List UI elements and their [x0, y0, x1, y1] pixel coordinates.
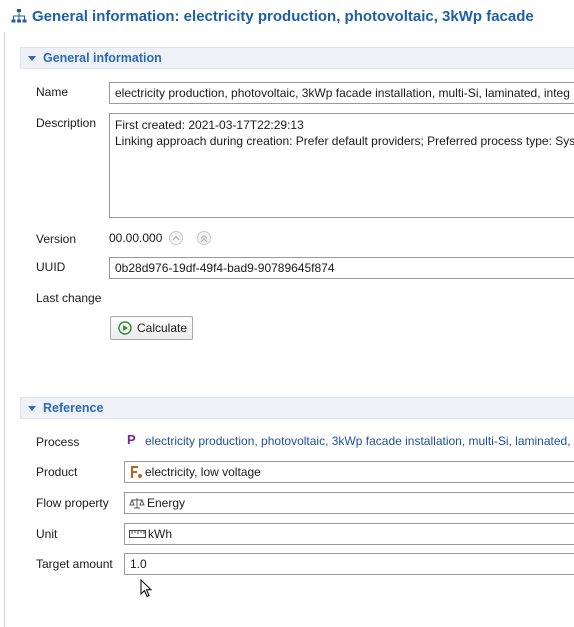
- target-amount-label: Target amount: [36, 557, 113, 571]
- flow-property-field[interactable]: Energy: [124, 492, 574, 514]
- section-title: General information: [43, 51, 162, 65]
- version-value: 00.00.000: [109, 231, 163, 245]
- description-field[interactable]: First created: 2021-03-17T22:29:13 Linki…: [109, 113, 574, 218]
- name-label: Name: [36, 85, 69, 99]
- description-label: Description: [36, 116, 97, 130]
- section-general-information[interactable]: General information: [20, 47, 574, 69]
- double-chevron-up-icon: [200, 234, 208, 242]
- page-title: General information: electricity product…: [32, 7, 534, 25]
- process-label: Process: [36, 435, 80, 449]
- product-value: electricity, low voltage: [145, 465, 261, 479]
- calculate-button[interactable]: Calculate: [110, 316, 193, 340]
- calculate-label: Calculate: [137, 321, 188, 335]
- run-icon: [118, 321, 132, 335]
- product-field[interactable]: electricity, low voltage: [124, 461, 574, 483]
- flow-property-value: Energy: [147, 496, 186, 510]
- uuid-label: UUID: [36, 260, 66, 274]
- hierarchy-icon: [11, 9, 27, 23]
- process-icon: P: [127, 432, 136, 447]
- product-label: Product: [36, 465, 78, 479]
- ruler-icon: [129, 530, 146, 538]
- mouse-cursor-icon: [140, 579, 153, 598]
- editor-header: General information: electricity product…: [0, 0, 574, 32]
- version-up-button[interactable]: [169, 231, 183, 245]
- description-line: First created: 2021-03-17T22:29:13: [115, 118, 304, 132]
- flow-property-label: Flow property: [36, 496, 109, 510]
- process-link[interactable]: electricity production, photovoltaic, 3k…: [145, 434, 571, 448]
- collapse-arrow-icon: [28, 55, 36, 61]
- name-field[interactable]: electricity production, photovoltaic, 3k…: [109, 82, 574, 104]
- collapse-arrow-icon: [28, 405, 36, 411]
- chevron-up-icon: [172, 235, 180, 241]
- section-title: Reference: [43, 401, 104, 415]
- last-change-label: Last change: [36, 291, 102, 305]
- product-flow-icon: [131, 466, 142, 478]
- unit-value: kWh: [148, 527, 172, 541]
- balance-scale-icon: [129, 498, 145, 509]
- version-label: Version: [36, 232, 77, 246]
- uuid-field[interactable]: 0b28d976-19df-49f4-bad9-90789645f874: [109, 257, 574, 279]
- unit-label: Unit: [36, 527, 58, 541]
- target-amount-field[interactable]: 1.0: [124, 553, 574, 575]
- unit-field[interactable]: kWh: [124, 523, 574, 545]
- description-line: Linking approach during creation: Prefer…: [115, 134, 574, 148]
- version-double-up-button[interactable]: [197, 231, 211, 245]
- section-reference[interactable]: Reference: [20, 397, 574, 419]
